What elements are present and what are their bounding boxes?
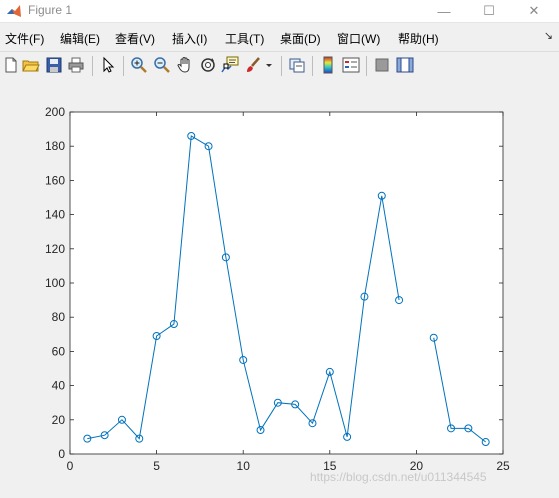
zoom-in-icon[interactable] xyxy=(130,56,148,74)
brush-icon[interactable] xyxy=(244,56,262,74)
y-tick-label: 20 xyxy=(52,413,66,427)
show-plot-tools-icon[interactable] xyxy=(396,56,414,74)
colorbar-icon[interactable] xyxy=(319,56,337,74)
close-button[interactable]: ✕ xyxy=(511,0,557,22)
save-icon[interactable] xyxy=(45,56,63,74)
y-tick-label: 60 xyxy=(52,344,66,358)
toolbar-separator xyxy=(312,56,313,76)
menu-help[interactable]: 帮助(H) xyxy=(398,30,439,47)
y-tick-label: 180 xyxy=(45,139,65,153)
open-icon[interactable] xyxy=(22,56,40,74)
matlab-logo-icon xyxy=(7,5,21,17)
x-tick-label: 0 xyxy=(67,459,74,473)
y-tick-label: 160 xyxy=(45,173,65,187)
brush-dropdown-icon[interactable] xyxy=(264,56,274,74)
figure-canvas: 0 5 10 15 20 25 0 20 40 60 80 100 120 140 160 180 200 xyxy=(0,80,559,498)
toolbar-separator xyxy=(366,56,367,76)
menu-insert[interactable]: 插入(I) xyxy=(172,30,207,47)
x-tick-label: 5 xyxy=(153,459,160,473)
link-plot-icon[interactable] xyxy=(288,56,306,74)
y-tick-label: 120 xyxy=(45,242,65,256)
y-tick-label: 0 xyxy=(58,447,65,461)
data-cursor-icon[interactable] xyxy=(221,56,239,74)
menu-view[interactable]: 查看(V) xyxy=(115,30,155,47)
menu-tools[interactable]: 工具(T) xyxy=(225,30,264,47)
pan-icon[interactable] xyxy=(176,56,194,74)
toolbar-separator xyxy=(281,56,282,76)
maximize-button[interactable]: ☐ xyxy=(466,0,512,22)
x-tick-label: 10 xyxy=(237,459,251,473)
y-tick-label: 140 xyxy=(45,208,65,222)
watermark-text: https://blog.csdn.net/u011344545 xyxy=(310,470,487,484)
hide-plot-tools-icon[interactable] xyxy=(373,56,391,74)
x-tick-label: 25 xyxy=(496,459,510,473)
print-icon[interactable] xyxy=(67,56,85,74)
toolbar-separator xyxy=(123,56,124,76)
figure-toolbar xyxy=(0,51,559,81)
line-chart[interactable]: 0 5 10 15 20 25020406080100120140160180200 xyxy=(0,80,559,498)
menu-edit[interactable]: 编辑(E) xyxy=(60,30,100,47)
minimize-button[interactable]: — xyxy=(421,0,467,22)
new-figure-icon[interactable] xyxy=(2,56,20,74)
menu-file[interactable]: 文件(F) xyxy=(5,30,44,47)
toolbar-separator xyxy=(92,56,93,76)
menu-bar: 文件(F) 编辑(E) 查看(V) 插入(I) 工具(T) 桌面(D) 窗口(W… xyxy=(0,25,559,49)
menu-window[interactable]: 窗口(W) xyxy=(337,30,380,47)
dock-arrow-icon[interactable]: ↘ xyxy=(544,29,553,42)
pointer-icon[interactable] xyxy=(99,56,117,74)
y-tick-label: 40 xyxy=(52,379,66,393)
title-bar: Figure 1 — ☐ ✕ xyxy=(0,0,559,23)
y-tick-label: 80 xyxy=(52,310,66,324)
y-tick-label: 200 xyxy=(45,105,65,119)
rotate-icon[interactable] xyxy=(199,56,217,74)
y-tick-label: 100 xyxy=(45,276,65,290)
zoom-out-icon[interactable] xyxy=(153,56,171,74)
axes-box xyxy=(69,111,504,455)
menu-desktop[interactable]: 桌面(D) xyxy=(280,30,321,47)
window-title: Figure 1 xyxy=(28,3,73,17)
legend-icon[interactable] xyxy=(342,56,360,74)
